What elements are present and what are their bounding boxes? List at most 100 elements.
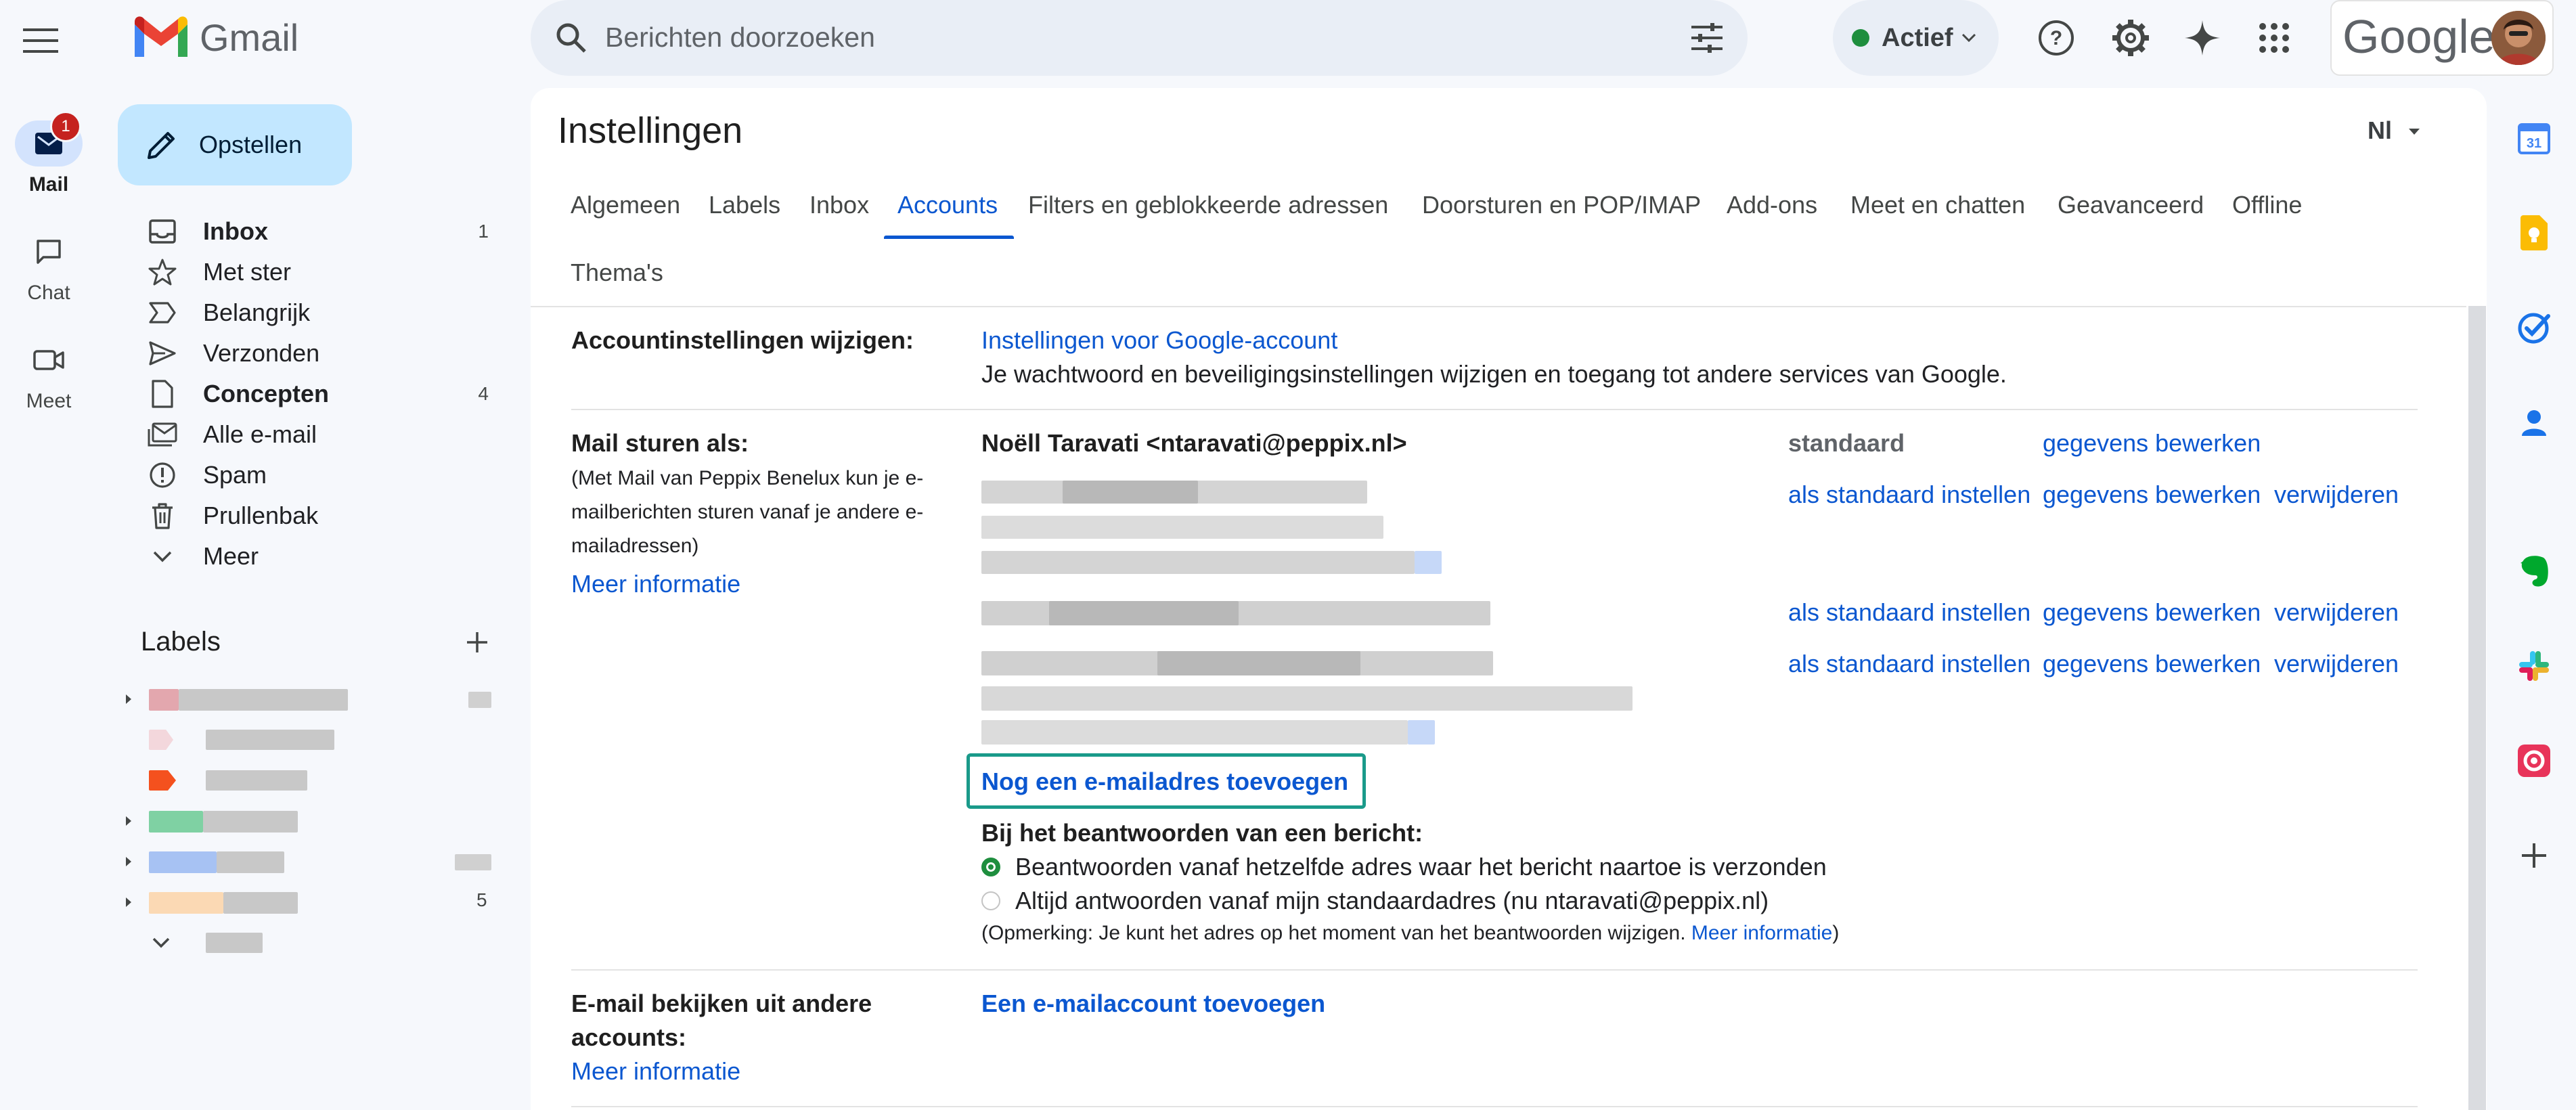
- rail-mail[interactable]: 1 Mail: [15, 111, 83, 196]
- blurred-address: [981, 481, 1442, 578]
- status-selector[interactable]: Actief: [1833, 0, 1999, 76]
- reply-option-default-address[interactable]: Altijd antwoorden vanaf mijn standaardad…: [981, 887, 1769, 915]
- tab-labels[interactable]: Labels: [709, 191, 780, 219]
- add-label-icon[interactable]: [460, 625, 494, 659]
- tab-accounts[interactable]: Accounts: [897, 191, 998, 219]
- chevron-down-icon: [1961, 33, 1976, 43]
- reply-more-info-link[interactable]: Meer informatie: [1691, 922, 1832, 944]
- label-item[interactable]: [125, 847, 504, 876]
- input-tools-selector[interactable]: Nl: [2368, 116, 2420, 145]
- nav-more[interactable]: Meer: [118, 536, 504, 577]
- nav-label: Spam: [203, 461, 267, 489]
- make-default-link[interactable]: als standaard instellen: [1788, 598, 2030, 627]
- tab-general[interactable]: Algemeen: [571, 191, 680, 219]
- gmail-logo[interactable]: Gmail: [132, 12, 298, 62]
- nav-trash[interactable]: Prullenbak: [118, 495, 504, 536]
- nav-starred[interactable]: Met ster: [118, 252, 504, 292]
- tab-inbox[interactable]: Inbox: [809, 191, 869, 219]
- radio-selected-icon[interactable]: [981, 858, 1000, 876]
- label-item[interactable]: [125, 766, 504, 795]
- nav-all-mail[interactable]: Alle e-mail: [118, 414, 504, 455]
- nav-label: Meer: [203, 542, 259, 570]
- nav-spam[interactable]: Spam: [118, 455, 504, 495]
- remove-link[interactable]: verwijderen: [2274, 481, 2399, 509]
- label-item[interactable]: [125, 807, 504, 835]
- calendar-icon[interactable]: 31: [2515, 119, 2553, 157]
- search-icon[interactable]: [550, 16, 593, 60]
- reply-option-same-address[interactable]: Beantwoorden vanaf hetzelfde adres waar …: [981, 853, 1827, 881]
- meet-icon: [33, 350, 64, 370]
- nav-label: Belangrijk: [203, 298, 311, 326]
- tab-filters[interactable]: Filters en geblokkeerde adressen: [1028, 191, 1388, 219]
- trash-icon: [146, 500, 179, 532]
- nav-sent[interactable]: Verzonden: [118, 333, 504, 374]
- tab-offline[interactable]: Offline: [2232, 191, 2302, 219]
- slack-icon[interactable]: [2515, 647, 2553, 685]
- primary-address: Noëll Taravati <ntaravati@peppix.nl>: [981, 429, 1407, 457]
- blurred-address: [981, 601, 1496, 625]
- labels-heading: Labels: [141, 627, 221, 657]
- make-default-link[interactable]: als standaard instellen: [1788, 650, 2030, 678]
- rail-chat[interactable]: Chat: [15, 229, 83, 305]
- compose-button[interactable]: Opstellen: [118, 104, 352, 185]
- edit-info-link[interactable]: gegevens bewerken: [2043, 429, 2261, 458]
- evernote-icon[interactable]: [2515, 552, 2553, 590]
- check-mail-label-cont: accounts:: [571, 1023, 687, 1051]
- search-input[interactable]: Berichten doorzoeken: [605, 22, 875, 53]
- tab-chat-meet[interactable]: Meet en chatten: [1850, 191, 2025, 219]
- send-as-more-info-link[interactable]: Meer informatie: [571, 570, 740, 598]
- svg-text:?: ?: [2050, 27, 2062, 49]
- reply-option-label: Altijd antwoorden vanaf mijn standaardad…: [1015, 887, 1769, 914]
- tab-advanced[interactable]: Geavanceerd: [2058, 191, 2204, 219]
- add-mail-account-link[interactable]: Een e-mailaccount toevoegen: [981, 990, 1325, 1018]
- label-more[interactable]: [125, 929, 504, 957]
- help-icon[interactable]: ?: [2033, 15, 2079, 61]
- radio-unselected-icon[interactable]: [981, 891, 1000, 910]
- search-options-icon[interactable]: [1685, 16, 1729, 60]
- nav-label: Alle e-mail: [203, 420, 317, 448]
- default-label: standaard: [1788, 429, 1905, 457]
- remove-link[interactable]: verwijderen: [2274, 598, 2399, 627]
- remove-link[interactable]: verwijderen: [2274, 650, 2399, 678]
- label-item[interactable]: [125, 726, 504, 754]
- tasks-icon[interactable]: [2515, 309, 2553, 347]
- pencil-icon: [145, 128, 179, 162]
- main-menu-button[interactable]: [17, 17, 64, 64]
- label-item[interactable]: 5: [125, 888, 504, 916]
- edit-info-link[interactable]: gegevens bewerken: [2043, 650, 2261, 678]
- rail-label-meet: Meet: [26, 390, 72, 412]
- check-mail-more-info-link[interactable]: Meer informatie: [571, 1057, 740, 1086]
- contacts-icon[interactable]: [2515, 403, 2553, 441]
- tab-themes[interactable]: Thema's: [571, 259, 663, 287]
- edit-info-link[interactable]: gegevens bewerken: [2043, 598, 2261, 627]
- nav-important[interactable]: Belangrijk: [118, 292, 504, 333]
- status-label: Actief: [1882, 23, 1953, 52]
- google-account-button[interactable]: Google: [2330, 0, 2554, 76]
- apps-grid-icon[interactable]: [2251, 15, 2297, 61]
- nav-inbox[interactable]: Inbox 1: [118, 211, 504, 252]
- chevron-down-icon: [146, 540, 179, 573]
- tab-forwarding[interactable]: Doorsturen en POP/IMAP: [1422, 191, 1701, 219]
- tab-addons[interactable]: Add-ons: [1727, 191, 1817, 219]
- search-bar[interactable]: Berichten doorzoeken: [531, 0, 1748, 76]
- make-default-link[interactable]: als standaard instellen: [1788, 481, 2030, 509]
- label-item[interactable]: [125, 685, 504, 713]
- scrollbar[interactable]: [2468, 306, 2486, 1110]
- unread-badge: 1: [50, 111, 81, 142]
- settings-gear-icon[interactable]: [2108, 15, 2154, 61]
- creative-cloud-icon[interactable]: [2515, 742, 2553, 780]
- gmail-m-icon: [135, 16, 187, 57]
- draft-icon: [146, 378, 179, 410]
- google-account-settings-link[interactable]: Instellingen voor Google-account: [981, 326, 1337, 355]
- add-addon-icon[interactable]: [2515, 837, 2553, 874]
- expand-arrow-icon: [126, 694, 131, 704]
- nav-count: 4: [478, 383, 489, 404]
- edit-info-link[interactable]: gegevens bewerken: [2043, 481, 2261, 509]
- keep-icon[interactable]: [2515, 214, 2553, 252]
- rail-meet[interactable]: Meet: [15, 337, 83, 413]
- nav-drafts[interactable]: Concepten 4: [118, 374, 504, 414]
- expand-arrow-icon: [126, 857, 131, 866]
- add-email-address-link[interactable]: Nog een e-mailadres toevoegen: [981, 768, 1348, 796]
- gemini-sparkle-icon[interactable]: [2179, 15, 2225, 61]
- send-as-desc-line: mailberichten sturen vanaf je andere e-: [571, 501, 924, 523]
